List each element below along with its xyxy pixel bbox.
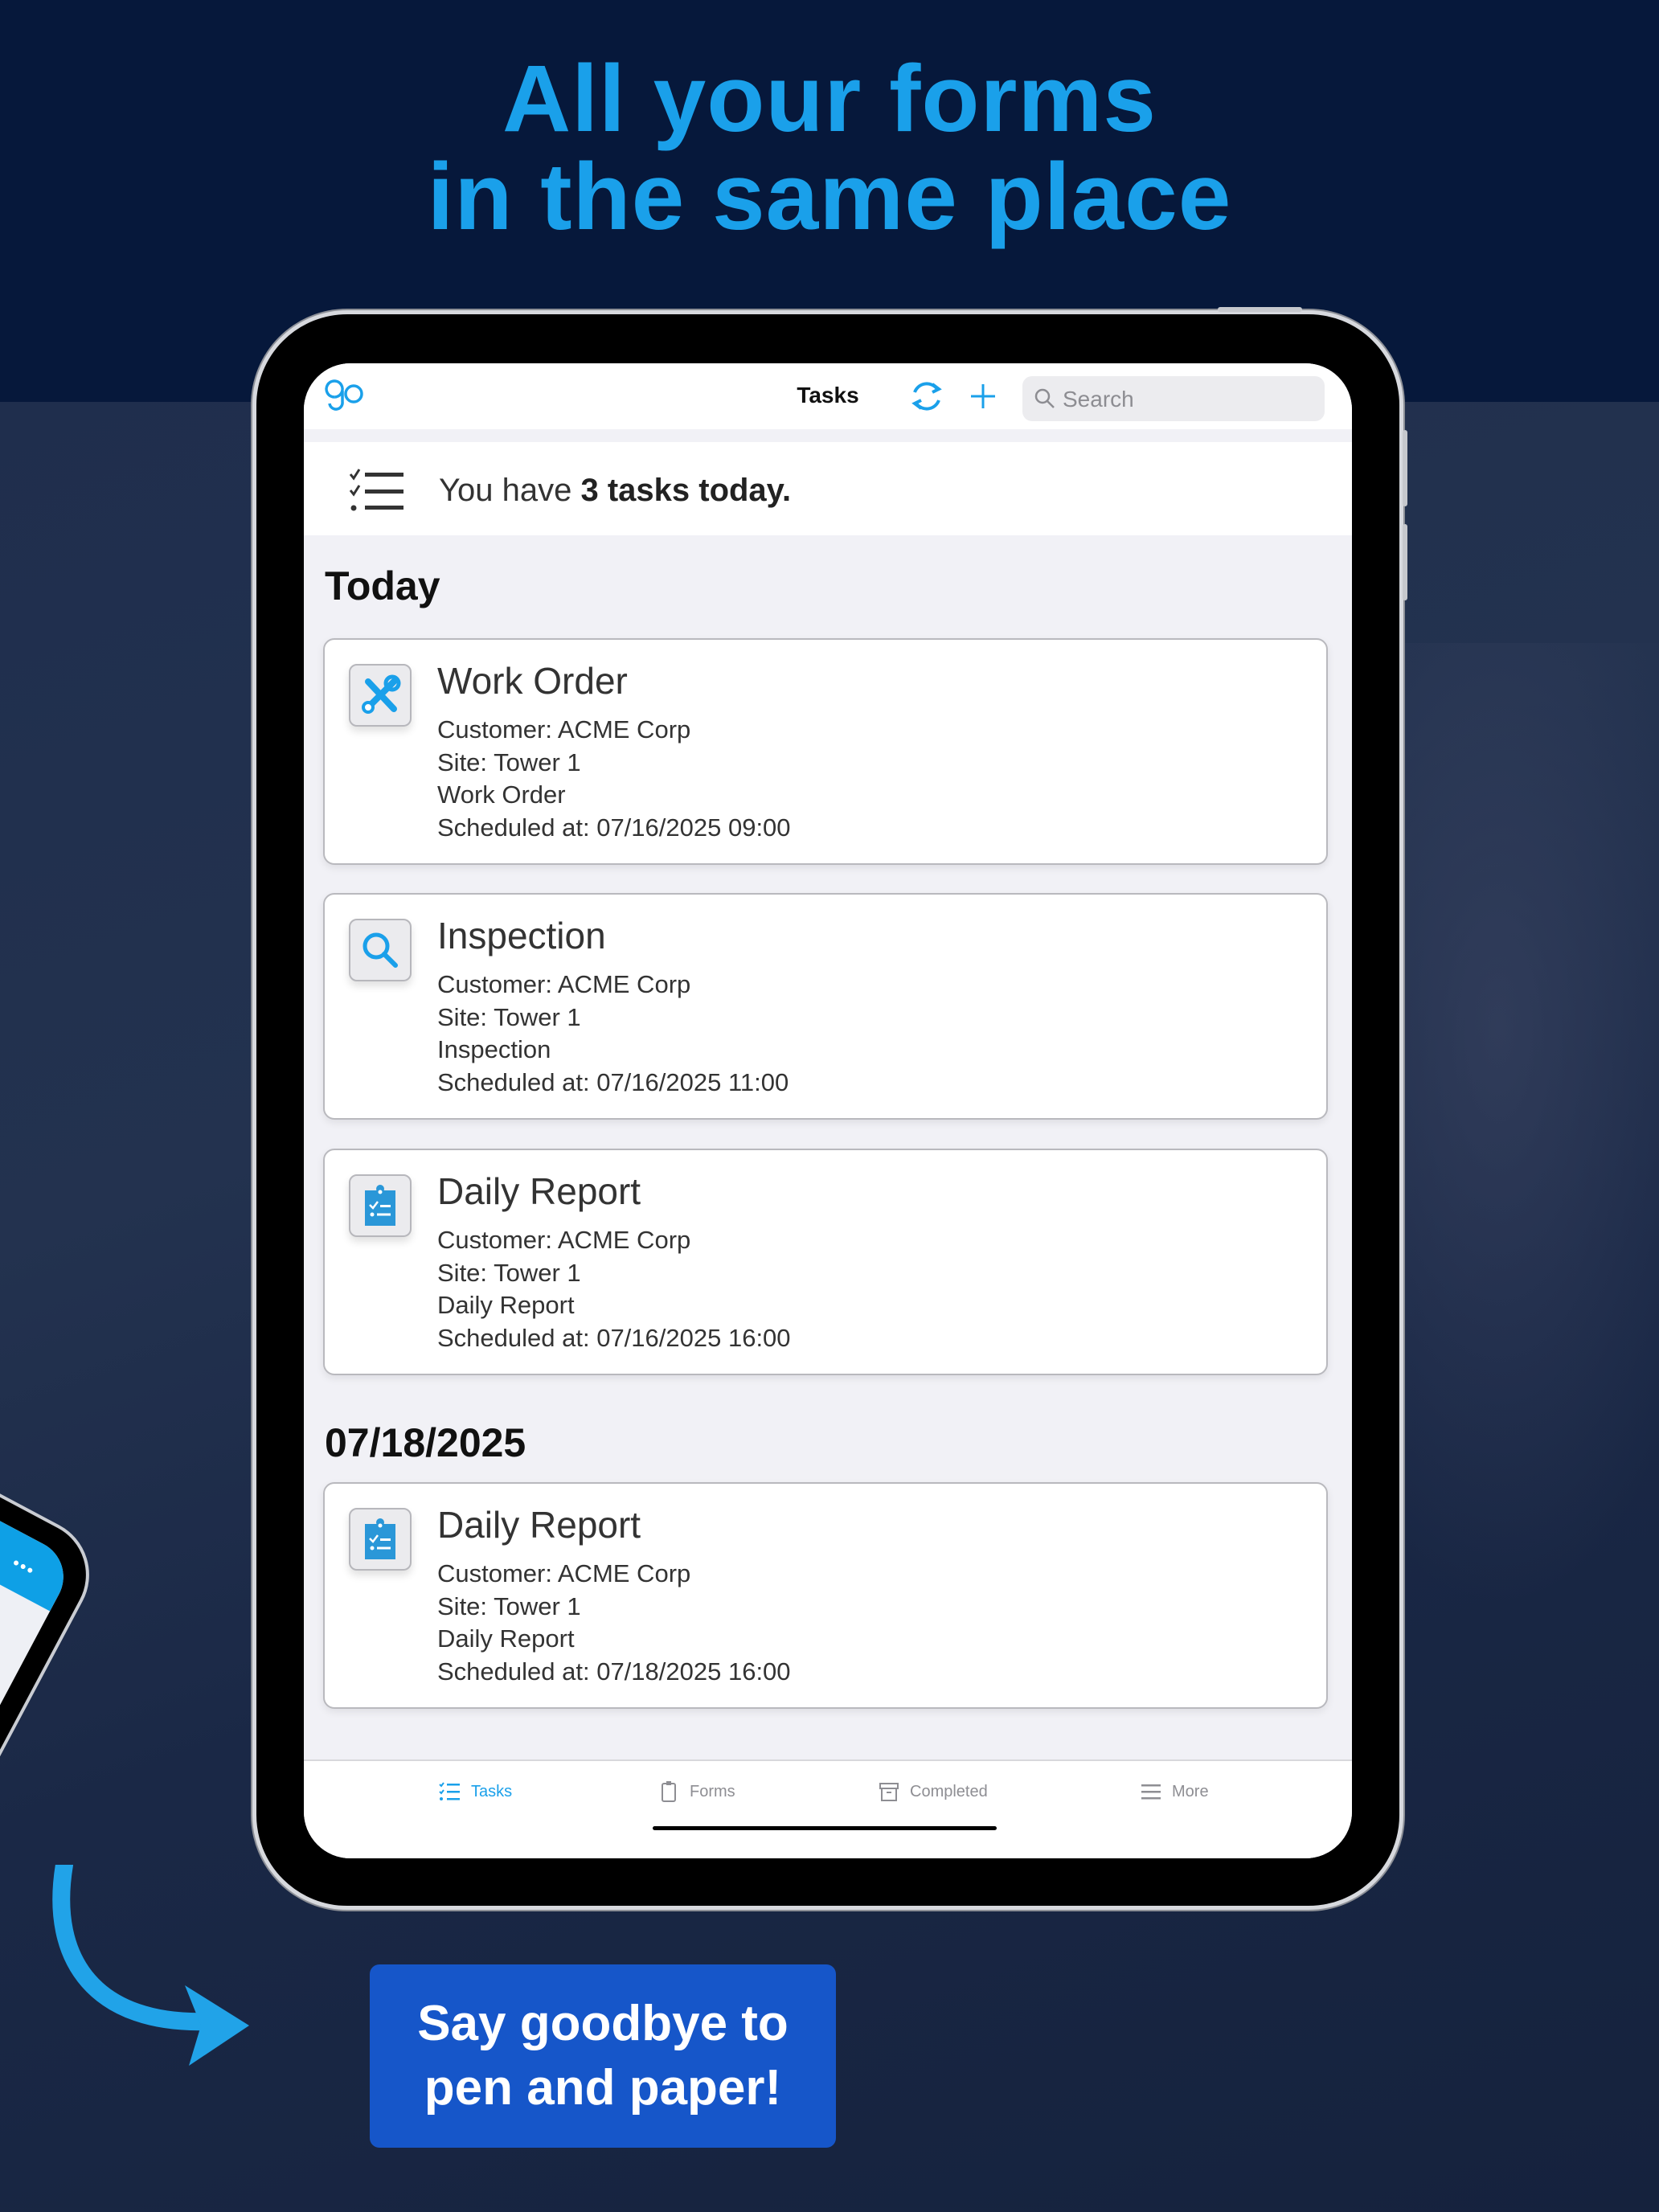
search-icon: [363, 932, 398, 968]
headline-line-1: All your forms: [502, 46, 1157, 152]
checklist-icon: [439, 1782, 460, 1800]
tablet-top-button: [1218, 307, 1302, 312]
tablet-volume-up: [1403, 430, 1407, 506]
card-customer: Customer: ACME Corp: [437, 715, 691, 743]
card-icon-box: [349, 664, 412, 727]
tab-label: More: [1172, 1782, 1209, 1800]
card-site: Site: Tower 1: [437, 1002, 581, 1031]
search-input[interactable]: [1061, 376, 1313, 423]
card-site: Site: Tower 1: [437, 1258, 581, 1287]
search-field[interactable]: [1022, 376, 1325, 423]
top-bar: Tasks: [304, 363, 1352, 429]
card-form: Daily Report: [437, 1291, 575, 1319]
tab-label: Forms: [690, 1782, 735, 1800]
summary-text: You have 3 tasks today.: [439, 473, 791, 509]
tab-bar: Tasks Forms Completed More: [304, 1759, 1352, 1858]
headline: All your forms in the same place: [0, 50, 1659, 246]
headline-line-2: in the same place: [427, 144, 1232, 250]
section-title-date: 07/18/2025: [325, 1420, 526, 1465]
clipboard-checklist-icon: [365, 1518, 395, 1559]
home-indicator[interactable]: [653, 1826, 997, 1830]
search-icon: [1034, 388, 1055, 408]
card-title: Daily Report: [437, 1504, 641, 1546]
card-title: Daily Report: [437, 1170, 641, 1212]
task-summary: You have 3 tasks today.: [304, 442, 1352, 535]
card-icon-box: [349, 919, 412, 981]
tablet-volume-down: [1403, 524, 1407, 600]
card-customer: Customer: ACME Corp: [437, 1559, 691, 1587]
card-site: Site: Tower 1: [437, 1591, 581, 1620]
add-icon[interactable]: [968, 381, 998, 412]
card-scheduled: Scheduled at: 07/18/2025 16:00: [437, 1657, 791, 1686]
tools-icon: [362, 674, 401, 714]
cta-line-2: pen and paper!: [424, 2060, 782, 2116]
clipboard-icon: [662, 1781, 676, 1802]
card-customer: Customer: ACME Corp: [437, 1226, 691, 1254]
app-screen: Tasks You have 3 tasks today.: [304, 363, 1352, 1858]
cta-banner[interactable]: Say goodbye to pen and paper!: [370, 1964, 836, 2148]
tab-label: Tasks: [471, 1782, 513, 1800]
card-title: Inspection: [437, 915, 606, 956]
tab-label: Completed: [910, 1782, 988, 1800]
tab-forms[interactable]: Forms: [657, 1780, 735, 1803]
card-details: Customer: ACME Corp Site: Tower 1 Daily …: [437, 1224, 791, 1354]
section-title-today: Today: [325, 563, 440, 608]
tab-tasks[interactable]: Tasks: [439, 1780, 512, 1803]
tab-more[interactable]: More: [1140, 1780, 1209, 1803]
summary-prefix: You have: [439, 473, 581, 508]
cta-line-1: Say goodbye to: [417, 1996, 789, 2051]
card-icon-box: [349, 1508, 412, 1571]
card-icon-box: [349, 1174, 412, 1237]
card-form: Inspection: [437, 1035, 551, 1063]
menu-icon: [1141, 1784, 1161, 1800]
card-customer: Customer: ACME Corp: [437, 970, 691, 998]
card-scheduled: Scheduled at: 07/16/2025 09:00: [437, 813, 791, 842]
curved-arrow-icon: [52, 1865, 249, 2066]
card-form: Work Order: [437, 780, 566, 809]
task-card[interactable]: Daily Report Customer: ACME Corp Site: T…: [323, 1149, 1328, 1375]
task-card[interactable]: Inspection Customer: ACME Corp Site: Tow…: [323, 893, 1328, 1120]
checklist-icon: [349, 469, 403, 511]
clipboard-checklist-icon: [365, 1185, 395, 1226]
tab-completed[interactable]: Completed: [878, 1780, 988, 1803]
card-title: Work Order: [437, 660, 628, 702]
card-form: Daily Report: [437, 1624, 575, 1653]
refresh-icon[interactable]: [908, 378, 945, 415]
card-details: Customer: ACME Corp Site: Tower 1 Daily …: [437, 1558, 791, 1688]
archive-icon: [879, 1783, 899, 1801]
task-card[interactable]: Work Order Customer: ACME Corp Site: Tow…: [323, 638, 1328, 865]
card-scheduled: Scheduled at: 07/16/2025 11:00: [437, 1067, 789, 1096]
card-details: Customer: ACME Corp Site: Tower 1 Inspec…: [437, 969, 789, 1099]
card-details: Customer: ACME Corp Site: Tower 1 Work O…: [437, 714, 791, 844]
card-site: Site: Tower 1: [437, 748, 581, 776]
card-scheduled: Scheduled at: 07/16/2025 16:00: [437, 1323, 791, 1352]
summary-count: 3 tasks today.: [580, 473, 792, 508]
task-card[interactable]: Daily Report Customer: ACME Corp Site: T…: [323, 1482, 1328, 1709]
